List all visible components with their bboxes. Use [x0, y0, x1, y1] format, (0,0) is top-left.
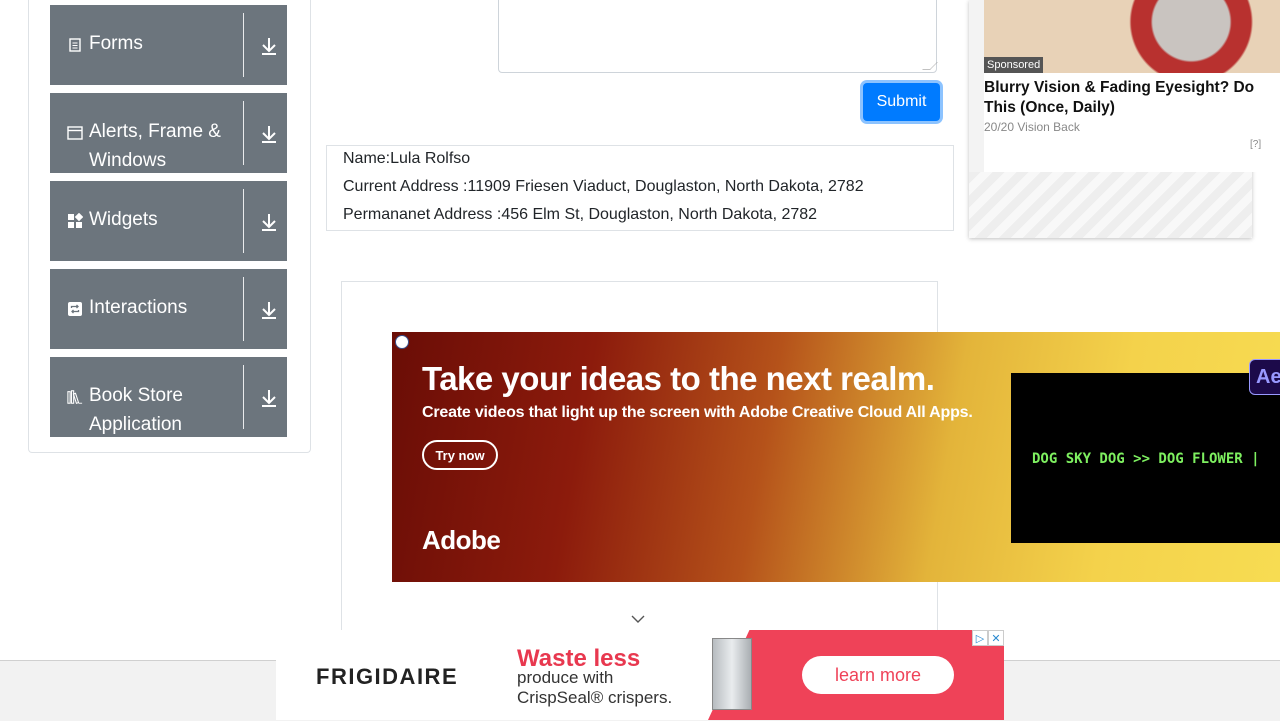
banner-video[interactable]: DOG SKY DOG >> DOG FLOWER | — [1011, 373, 1280, 543]
ad-shield-icon[interactable] — [395, 335, 409, 349]
close-icon[interactable]: ✕ — [988, 630, 1004, 646]
divider — [243, 365, 244, 429]
group-label: Book Store Application — [89, 385, 183, 435]
ad-source: 20/20 Vision Back — [984, 120, 1080, 134]
group-interactions[interactable]: Interactions — [50, 269, 287, 349]
adobe-banner-ad[interactable]: Take your ideas to the next realm. Creat… — [392, 332, 1280, 582]
after-effects-icon: Ae — [1249, 359, 1280, 395]
divider — [243, 13, 244, 77]
ad-choices[interactable]: ▷ ✕ — [972, 630, 1004, 646]
form-icon — [67, 37, 83, 53]
group-forms[interactable]: Forms — [50, 5, 287, 85]
ad-headline[interactable]: Blurry Vision & Fading Eyesight? Do This… — [984, 78, 1276, 118]
group-label: Interactions — [89, 297, 188, 318]
output-current-address: Current Address :11909 Friesen Viaduct, … — [343, 178, 864, 195]
download-icon[interactable] — [259, 123, 279, 145]
ad-background-pattern — [969, 172, 1252, 238]
output-permanent-address: Permananet Address :456 Elm St, Douglast… — [343, 206, 818, 223]
download-icon[interactable] — [259, 211, 279, 233]
ad-info-icon[interactable]: ▷ — [972, 630, 988, 646]
banner-headline: Take your ideas to the next realm. — [422, 360, 935, 397]
download-icon[interactable] — [259, 35, 279, 57]
fridge-image — [712, 638, 752, 710]
divider — [243, 277, 244, 341]
permanent-address-textarea[interactable] — [498, 0, 938, 73]
frigidaire-ad[interactable]: FRIGIDAIRE Waste less produce with Crisp… — [276, 630, 1004, 720]
group-label: Alerts, Frame & Windows — [89, 121, 221, 171]
ad-text-line: produce with — [517, 668, 614, 687]
learn-more-button[interactable]: learn more — [802, 656, 954, 694]
banner-subtitle: Create videos that light up the screen w… — [422, 404, 973, 421]
group-book-store-application[interactable]: Book Store Application — [50, 357, 287, 437]
interactions-icon — [67, 301, 83, 317]
divider — [243, 101, 244, 165]
try-now-button[interactable]: Try now — [422, 440, 498, 470]
divider — [243, 189, 244, 253]
frigidaire-logo: FRIGIDAIRE — [316, 664, 459, 689]
ad-help-link[interactable]: [?] — [1250, 139, 1261, 150]
books-icon — [67, 389, 83, 405]
group-widgets[interactable]: Widgets — [50, 181, 287, 261]
chevron-down-icon[interactable] — [631, 612, 645, 624]
output-name: Name:Lula Rolfso — [343, 150, 471, 167]
output-box: Name:Lula Rolfso Current Address :11909 … — [326, 145, 954, 231]
video-text: DOG SKY DOG >> DOG FLOWER | — [1032, 451, 1260, 467]
download-icon[interactable] — [259, 299, 279, 321]
sponsored-label: Sponsored — [984, 57, 1044, 73]
group-alerts-frame-windows[interactable]: Alerts, Frame & Windows — [50, 93, 287, 173]
ad-text-line: CrispSeal® crispers. — [517, 688, 673, 707]
resize-handle[interactable] — [922, 62, 938, 70]
group-label: Forms — [89, 33, 143, 54]
sponsored-ad-card[interactable]: Sponsored Blurry Vision & Fading Eyesigh… — [984, 0, 1280, 172]
window-icon — [67, 125, 83, 141]
adobe-logo: Adobe — [422, 525, 501, 555]
download-icon[interactable] — [259, 387, 279, 409]
group-label: Widgets — [89, 209, 158, 230]
submit-button[interactable]: Submit — [863, 83, 940, 121]
widgets-icon — [67, 213, 83, 229]
